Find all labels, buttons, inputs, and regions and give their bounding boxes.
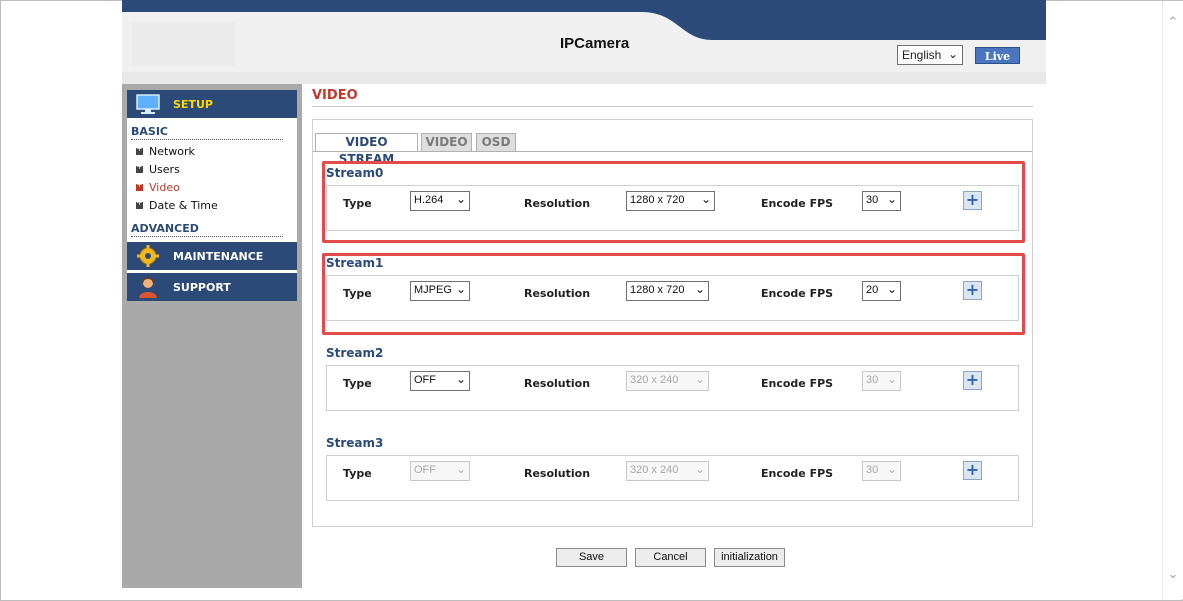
stream3-title: Stream3	[326, 436, 384, 450]
header: IPCamera English ⌄ Live	[122, 0, 1046, 72]
stream0-highlight-box	[322, 161, 1025, 243]
chevron-down-icon: ⌄	[694, 372, 705, 386]
bullet-icon	[136, 180, 143, 191]
encode-fps-label: Encode FPS	[761, 377, 834, 390]
stream3-type-select: OFF ⌄	[410, 461, 470, 481]
select-value: OFF	[414, 374, 436, 386]
scroll-down-icon[interactable]: ⌄	[1167, 568, 1179, 581]
tab-divider	[313, 151, 1032, 152]
advanced-group-label[interactable]: ADVANCED	[131, 222, 199, 235]
maintenance-label: MAINTENANCE	[173, 250, 264, 263]
sidebar-item-users[interactable]: Users	[136, 162, 180, 176]
advanced-divider	[131, 236, 283, 237]
support-menu-header[interactable]: SUPPORT	[127, 273, 297, 301]
gear-icon	[137, 245, 159, 267]
sidebar-item-video[interactable]: Video	[136, 180, 180, 194]
type-label: Type	[343, 377, 372, 390]
plus-icon[interactable]: +	[963, 371, 982, 390]
support-person-icon	[139, 277, 157, 298]
camera-web-ui: IPCamera English ⌄ Live SETUP BASIC Netw…	[122, 0, 1046, 588]
sidebar-item-label: Users	[149, 163, 180, 176]
bullet-icon	[136, 162, 143, 173]
basic-group-label: BASIC	[131, 125, 168, 138]
chevron-down-icon: ⌄	[947, 47, 958, 61]
sidebar: SETUP BASIC Network Users Video Date & T…	[122, 84, 302, 588]
select-value: 30	[866, 374, 879, 386]
sidebar-item-network[interactable]: Network	[136, 144, 195, 158]
stream3-resolution-select: 320 x 240 ⌄	[626, 461, 709, 481]
select-value: 320 x 240	[630, 374, 679, 386]
encode-fps-label: Encode FPS	[761, 467, 834, 480]
main-content: VIDEO VIDEO STREAM VIDEO OSD Stream0 Typ…	[302, 84, 1046, 588]
logo	[132, 22, 235, 66]
setup-menu-header[interactable]: SETUP	[127, 90, 297, 118]
setup-label: SETUP	[173, 98, 213, 111]
sidebar-item-label: Date & Time	[149, 199, 218, 212]
sidebar-item-label: Network	[149, 145, 195, 158]
stream2-fps-select: 30 ⌄	[862, 371, 901, 391]
select-value: OFF	[414, 464, 436, 476]
stream1-highlight-box	[322, 253, 1025, 335]
initialization-button[interactable]: initialization	[714, 548, 785, 567]
support-label: SUPPORT	[173, 281, 231, 294]
stream2-title: Stream2	[326, 346, 384, 360]
live-button[interactable]: Live	[975, 47, 1020, 64]
chevron-down-icon: ⌄	[886, 372, 897, 386]
stream3-settings: Type OFF ⌄ Resolution 320 x 240 ⌄ Encode F…	[326, 455, 1019, 501]
tab-video[interactable]: VIDEO	[421, 133, 472, 152]
stream2-type-select[interactable]: OFF ⌄	[410, 371, 470, 391]
maintenance-menu-header[interactable]: MAINTENANCE	[127, 242, 297, 270]
chevron-down-icon: ⌄	[694, 462, 705, 476]
bullet-icon	[136, 198, 143, 209]
language-value: English	[902, 48, 942, 62]
title-divider	[312, 106, 1033, 107]
plus-icon[interactable]: +	[963, 461, 982, 480]
basic-divider	[131, 139, 283, 140]
save-button[interactable]: Save	[556, 548, 627, 567]
stream3-fps-select: 30 ⌄	[862, 461, 901, 481]
bullet-icon	[136, 144, 143, 155]
stream2-resolution-select: 320 x 240 ⌄	[626, 371, 709, 391]
type-label: Type	[343, 467, 372, 480]
tab-osd[interactable]: OSD	[476, 133, 516, 152]
chevron-down-icon: ⌄	[886, 462, 897, 476]
scroll-up-icon[interactable]: ⌃	[1167, 16, 1179, 29]
language-select[interactable]: English ⌄	[897, 45, 963, 65]
cancel-button[interactable]: Cancel	[635, 548, 706, 567]
page-title: VIDEO	[312, 88, 358, 103]
select-value: 30	[866, 464, 879, 476]
chevron-down-icon: ⌄	[455, 372, 466, 386]
brand-title: IPCamera	[560, 35, 630, 52]
page-scrollbar[interactable]: ⌃ ⌄	[1162, 1, 1183, 599]
monitor-icon	[136, 94, 160, 114]
resolution-label: Resolution	[524, 377, 591, 390]
tab-video-stream[interactable]: VIDEO STREAM	[315, 133, 418, 166]
stream2-settings: Type OFF ⌄ Resolution 320 x 240 ⌄ Encode F…	[326, 365, 1019, 411]
chevron-down-icon: ⌄	[455, 462, 466, 476]
resolution-label: Resolution	[524, 467, 591, 480]
sidebar-item-date-time[interactable]: Date & Time	[136, 198, 218, 212]
sidebar-item-label: Video	[149, 181, 180, 194]
select-value: 320 x 240	[630, 464, 679, 476]
